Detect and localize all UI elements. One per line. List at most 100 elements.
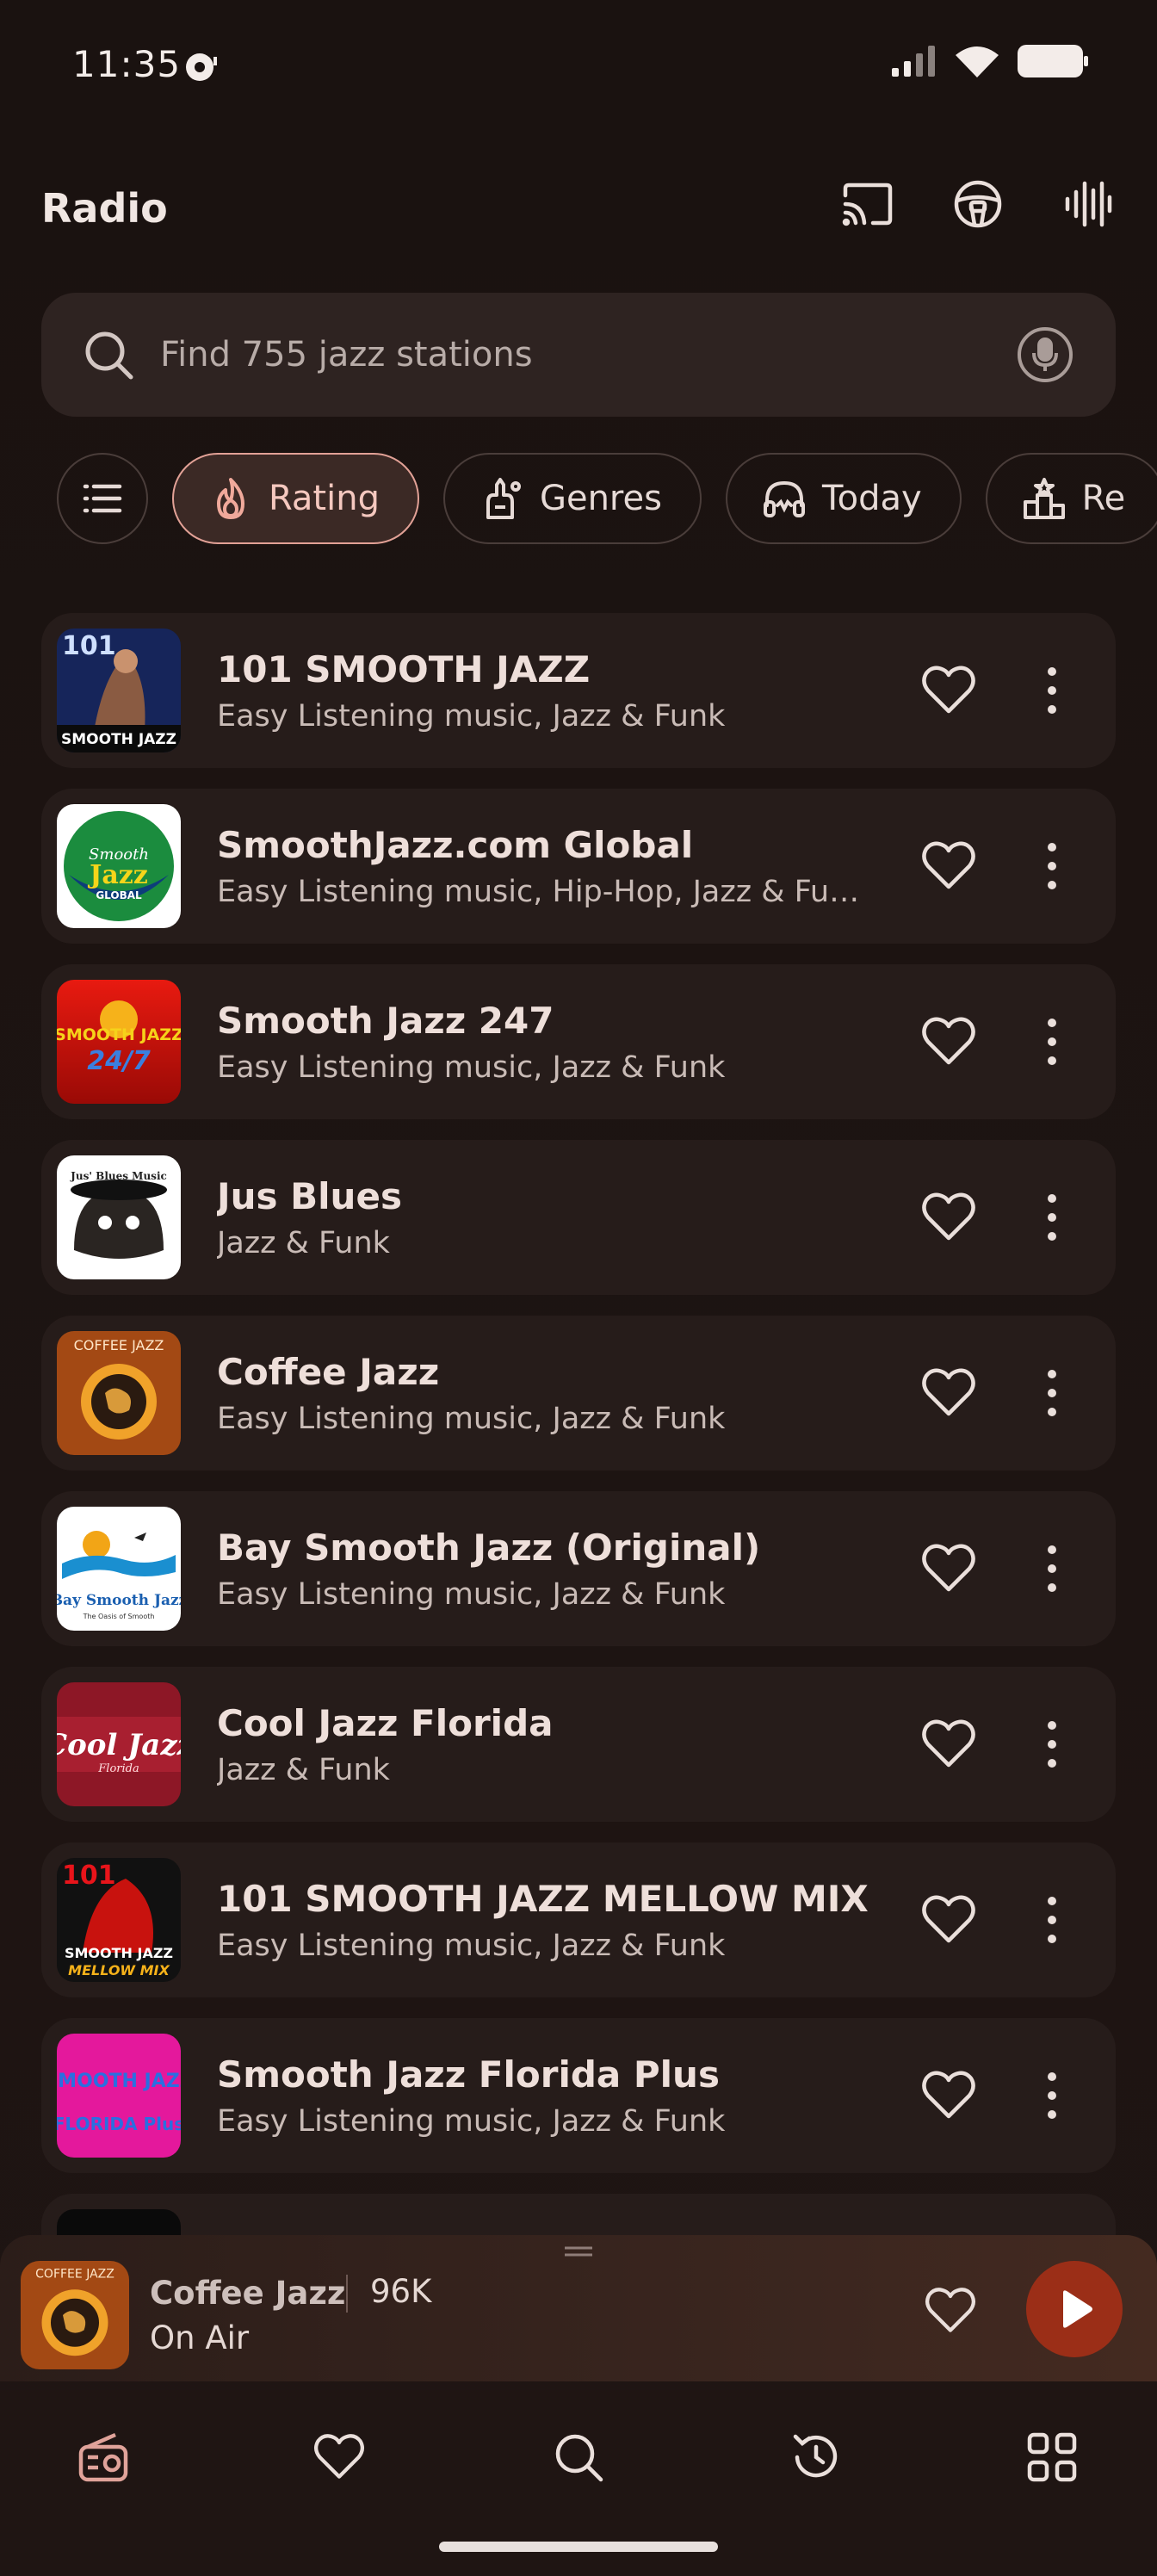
chip-today[interactable]: Today — [725, 453, 962, 544]
station-logo: 101 SMOOTH JAZZ — [57, 629, 181, 752]
mic-icon[interactable] — [1016, 325, 1074, 384]
station-genre: Easy Listening music, Jazz & Funk — [217, 1576, 726, 1612]
station-name: SmoothJazz.com Global — [217, 823, 694, 866]
divider — [346, 2275, 348, 2313]
now-playing-title: Coffee Jazz — [150, 2275, 346, 2312]
chip-today-label: Today — [821, 479, 922, 518]
more-options-icon[interactable] — [1023, 1891, 1081, 1949]
radio-icon[interactable] — [76, 2430, 131, 2485]
svg-text:SMOOTH JAZZ: SMOOTH JAZZ — [61, 731, 176, 748]
heart-icon[interactable] — [923, 2283, 978, 2338]
svg-text:Jus' Blues Music: Jus' Blues Music — [70, 1170, 167, 1182]
station-genre: Easy Listening music, Jazz & Funk — [217, 1928, 726, 1963]
svg-text:The Oasis of Smooth: The Oasis of Smooth — [83, 1613, 155, 1620]
list-item[interactable]: 101 SMOOTH JAZZ 101 SMOOTH JAZZ Easy Lis… — [41, 613, 1116, 768]
status-icons — [892, 45, 1088, 77]
svg-text:Cool Jazz: Cool Jazz — [57, 1728, 181, 1762]
signal-icon — [892, 46, 935, 77]
station-name: 101 SMOOTH JAZZ MELLOW MIX — [217, 1877, 869, 1920]
station-logo: SMOOTH JAZZ FLORIDA Plus — [57, 2034, 181, 2158]
station-genre: Jazz & Funk — [217, 1752, 390, 1787]
chip-genres[interactable]: Genres — [442, 453, 702, 544]
svg-text:FLORIDA Plus: FLORIDA Plus — [57, 2114, 181, 2134]
more-options-icon[interactable] — [1023, 1715, 1081, 1774]
drag-handle-icon[interactable] — [565, 2245, 592, 2257]
play-button[interactable] — [1026, 2261, 1123, 2357]
svg-text:101: 101 — [62, 631, 116, 661]
radio-app-screen: 11:35 Radio Find 755 jazz stations Ratin… — [0, 0, 1157, 2576]
more-options-icon[interactable] — [1023, 1364, 1081, 1422]
list-item[interactable]: Bay Smooth Jazz The Oasis of Smooth Bay … — [41, 1491, 1116, 1646]
more-apps-icon[interactable] — [1024, 2430, 1080, 2485]
heart-icon[interactable] — [919, 2066, 978, 2125]
wifi-icon — [956, 46, 999, 77]
bottom-navigation — [0, 2381, 1157, 2576]
svg-text:SMOOTH JAZZ: SMOOTH JAZZ — [57, 1025, 181, 1044]
more-options-icon[interactable] — [1023, 1012, 1081, 1071]
more-options-icon[interactable] — [1023, 1188, 1081, 1247]
search-icon[interactable] — [551, 2430, 606, 2485]
station-genre: Easy Listening music, Jazz & Funk — [217, 1401, 726, 1436]
station-logo: Smooth Jazz GLOBAL — [57, 804, 181, 928]
list-item[interactable]: 101 SMOOTH JAZZ MELLOW MIX 101 SMOOTH JA… — [41, 1842, 1116, 1997]
app-bar-actions — [840, 176, 1116, 232]
list-item[interactable]: Cool Jazz Florida Cool Jazz Florida Jazz… — [41, 1667, 1116, 1822]
heart-icon[interactable] — [919, 1188, 978, 1247]
history-icon[interactable] — [789, 2430, 844, 2485]
heart-icon[interactable] — [919, 1715, 978, 1774]
list-view-button[interactable] — [57, 453, 148, 544]
heart-icon[interactable] — [919, 1012, 978, 1071]
svg-text:SMOOTH JAZZ: SMOOTH JAZZ — [57, 2071, 181, 2092]
chip-rating[interactable]: Rating — [172, 453, 419, 544]
station-genre: Easy Listening music, Jazz & Funk — [217, 2103, 726, 2139]
svg-text:GLOBAL: GLOBAL — [96, 889, 142, 901]
station-genre: Jazz & Funk — [217, 1225, 390, 1260]
favorites-icon[interactable] — [312, 2430, 367, 2485]
list-item[interactable]: COFFEE JAZZ Coffee Jazz Easy Listening m… — [41, 1316, 1116, 1471]
heart-icon[interactable] — [919, 1539, 978, 1598]
car-mode-button[interactable] — [950, 176, 1005, 232]
cast-button[interactable] — [840, 176, 895, 232]
station-name: Smooth Jazz 247 — [217, 999, 554, 1042]
station-list: 101 SMOOTH JAZZ 101 SMOOTH JAZZ Easy Lis… — [41, 613, 1116, 2369]
search-input[interactable]: Find 755 jazz stations — [160, 335, 1016, 375]
svg-text:Bay Smooth Jazz: Bay Smooth Jazz — [57, 1592, 181, 1609]
now-playing-status: On Air — [150, 2319, 250, 2356]
more-options-icon[interactable] — [1023, 837, 1081, 895]
list-icon — [83, 484, 122, 513]
mini-player[interactable]: COFFEE JAZZ Coffee Jazz 96K On Air — [0, 2235, 1157, 2381]
svg-text:101: 101 — [62, 1861, 116, 1891]
list-item[interactable]: Jus' Blues Music Jus Blues Jazz & Funk — [41, 1140, 1116, 1295]
heart-icon[interactable] — [919, 1891, 978, 1949]
heart-icon[interactable] — [919, 661, 978, 720]
list-item[interactable]: SMOOTH JAZZ 24/7 Smooth Jazz 247 Easy Li… — [41, 964, 1116, 1119]
chip-recent-label: Re — [1081, 479, 1126, 518]
station-logo: Jus' Blues Music — [57, 1155, 181, 1279]
status-bar: 11:35 — [0, 0, 1157, 129]
page-title: Radio — [41, 185, 168, 232]
svg-text:COFFEE JAZZ: COFFEE JAZZ — [35, 2267, 114, 2281]
station-logo: Cool Jazz Florida — [57, 1682, 181, 1806]
heart-icon[interactable] — [919, 1364, 978, 1422]
equalizer-button[interactable] — [1061, 176, 1116, 232]
list-item[interactable]: Smooth Jazz GLOBAL SmoothJazz.com Global… — [41, 789, 1116, 944]
station-logo: COFFEE JAZZ — [57, 1331, 181, 1455]
svg-text:SMOOTH JAZZ: SMOOTH JAZZ — [65, 1945, 173, 1961]
fire-icon — [217, 478, 244, 519]
more-options-icon[interactable] — [1023, 2066, 1081, 2125]
station-genre: Easy Listening music, Hip-Hop, Jazz & Fu… — [217, 874, 871, 909]
more-options-icon[interactable] — [1023, 1539, 1081, 1598]
home-indicator[interactable] — [439, 2542, 718, 2552]
chip-genres-label: Genres — [539, 479, 662, 518]
station-genre: Easy Listening music, Jazz & Funk — [217, 1050, 726, 1085]
list-item[interactable]: SMOOTH JAZZ FLORIDA Plus Smooth Jazz Flo… — [41, 2018, 1116, 2173]
more-options-icon[interactable] — [1023, 661, 1081, 720]
guitar-icon — [486, 478, 521, 519]
station-name: Jus Blues — [217, 1174, 402, 1217]
svg-text:Florida: Florida — [97, 1762, 139, 1775]
svg-text:24/7: 24/7 — [87, 1046, 151, 1076]
heart-icon[interactable] — [919, 837, 978, 895]
station-genre: Easy Listening music, Jazz & Funk — [217, 698, 726, 734]
chip-recent[interactable]: Re — [985, 453, 1157, 544]
search-bar[interactable]: Find 755 jazz stations — [41, 293, 1116, 417]
